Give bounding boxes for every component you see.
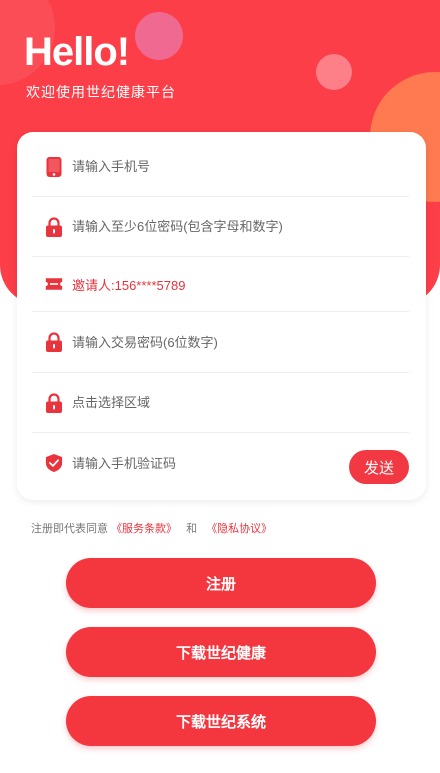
welcome-subtitle: 欢迎使用世纪健康平台 (26, 84, 176, 100)
agreement-text: 注册即代表同意 《服务条款》 和 《隐私协议》 (31, 520, 272, 536)
region-row[interactable] (32, 373, 409, 433)
register-form-card: 邀请人:156****5789 (17, 132, 426, 500)
terms-link[interactable]: 《服务条款》 (111, 523, 177, 535)
password-input[interactable] (72, 214, 332, 239)
agreement-and: 和 (186, 523, 198, 535)
register-button[interactable]: 注册 (66, 558, 376, 608)
download-health-button[interactable]: 下载世纪健康 (66, 627, 376, 677)
sms-code-row: 发送 (32, 433, 409, 493)
privacy-link[interactable]: 《隐私协议》 (206, 523, 272, 535)
phone-icon (45, 156, 63, 177)
region-select[interactable] (72, 390, 332, 415)
password-row (32, 197, 409, 257)
agreement-prefix: 注册即代表同意 (31, 523, 108, 535)
trade-password-input[interactable] (72, 330, 332, 354)
shield-check-icon (45, 453, 63, 473)
phone-input[interactable] (72, 154, 332, 179)
download-system-button[interactable]: 下载世纪系统 (66, 696, 376, 746)
decorative-bubble (316, 54, 352, 90)
inviter-value: 邀请人:156****5789 (72, 277, 186, 293)
trade-password-row (32, 312, 409, 373)
sms-code-input[interactable] (72, 451, 272, 475)
decorative-bubble (135, 12, 183, 60)
lock-icon (45, 216, 63, 237)
greeting-title: Hello! (24, 30, 130, 74)
lock-icon (45, 332, 63, 352)
inviter-row: 邀请人:156****5789 (32, 257, 409, 312)
send-code-button[interactable]: 发送 (349, 450, 409, 484)
ticket-icon (45, 274, 63, 294)
phone-row (32, 137, 409, 197)
lock-icon (45, 392, 63, 413)
